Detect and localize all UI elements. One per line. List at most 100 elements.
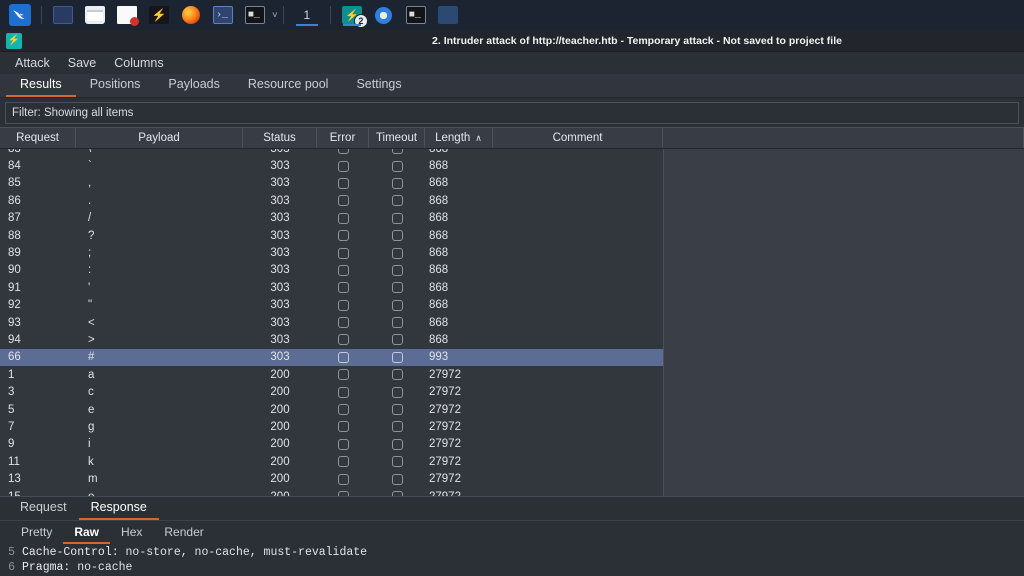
window-button-misc[interactable] — [435, 3, 461, 27]
timeout-checkbox[interactable] — [391, 317, 403, 329]
timeout-checkbox[interactable] — [391, 351, 403, 363]
timeout-checkbox[interactable] — [391, 264, 403, 276]
error-checkbox[interactable] — [337, 195, 349, 207]
timeout-checkbox[interactable] — [391, 230, 403, 242]
chromium-icon — [375, 6, 393, 24]
cell-request: 86 — [8, 194, 21, 207]
column-header-comment[interactable]: Comment — [493, 128, 663, 148]
tab-request[interactable]: Request — [8, 498, 79, 520]
timeout-checkbox[interactable] — [391, 473, 403, 485]
tab-results[interactable]: Results — [6, 74, 76, 97]
error-checkbox[interactable] — [337, 282, 349, 294]
column-header-request[interactable]: Request — [0, 128, 76, 148]
error-checkbox[interactable] — [337, 160, 349, 172]
timeout-checkbox[interactable] — [391, 421, 403, 433]
tab-payloads[interactable]: Payloads — [154, 74, 233, 97]
error-checkbox[interactable] — [337, 404, 349, 416]
timeout-checkbox[interactable] — [391, 369, 403, 381]
error-checkbox[interactable] — [337, 386, 349, 398]
cell-status: 200 — [270, 473, 290, 486]
timeout-checkbox[interactable] — [391, 282, 403, 294]
cell-request: 83 — [0, 149, 76, 157]
cell-comment — [493, 192, 663, 209]
window-button-terminal[interactable]: ■_ — [403, 3, 429, 27]
menu-attack[interactable]: Attack — [6, 54, 59, 72]
cell-request: 93 — [8, 316, 21, 329]
timeout-checkbox[interactable] — [391, 456, 403, 468]
terminal-dark-button[interactable]: ■_ — [242, 3, 268, 27]
menu-save[interactable]: Save — [59, 54, 106, 72]
error-checkbox[interactable] — [337, 212, 349, 224]
tab-settings[interactable]: Settings — [342, 74, 415, 97]
timeout-checkbox[interactable] — [391, 438, 403, 450]
error-checkbox[interactable] — [337, 456, 349, 468]
column-header-length[interactable]: Length ∧ — [425, 128, 493, 148]
view-tab-hex[interactable]: Hex — [110, 523, 153, 544]
view-tab-pretty[interactable]: Pretty — [10, 523, 63, 544]
cell-status: 303 — [270, 229, 290, 242]
column-header-status[interactable]: Status — [243, 128, 317, 148]
timeout-checkbox[interactable] — [391, 149, 403, 155]
file-manager-button[interactable] — [82, 3, 108, 27]
document-button[interactable] — [114, 3, 140, 27]
cell-error — [317, 488, 369, 496]
workspace-indicator-1[interactable]: 1 — [292, 3, 322, 27]
menu-columns[interactable]: Columns — [105, 54, 172, 72]
results-table-body[interactable]: 83\30386884`30386885,30386886.30386887/3… — [0, 149, 1024, 496]
cell-error — [317, 262, 369, 279]
column-header-error[interactable]: Error — [317, 128, 369, 148]
error-checkbox[interactable] — [337, 421, 349, 433]
cell-comment — [493, 227, 663, 244]
terminal-purple-button[interactable] — [50, 3, 76, 27]
kali-menu-button[interactable] — [7, 3, 33, 27]
error-checkbox[interactable] — [337, 247, 349, 259]
error-checkbox[interactable] — [337, 317, 349, 329]
error-checkbox[interactable] — [337, 149, 349, 155]
error-checkbox[interactable] — [337, 177, 349, 189]
column-header-timeout[interactable]: Timeout — [369, 128, 425, 148]
error-checkbox[interactable] — [337, 491, 349, 496]
error-checkbox[interactable] — [337, 230, 349, 242]
timeout-checkbox[interactable] — [391, 334, 403, 346]
cell-request: 7 — [8, 420, 15, 433]
timeout-checkbox[interactable] — [391, 386, 403, 398]
cell-timeout — [369, 297, 425, 314]
timeout-checkbox[interactable] — [391, 177, 403, 189]
response-editor[interactable]: 5 Cache-Control: no-store, no-cache, must… — [0, 544, 1024, 576]
cell-timeout — [369, 192, 425, 209]
timeout-checkbox[interactable] — [391, 491, 403, 496]
line-number: 6 — [8, 561, 15, 574]
error-checkbox[interactable] — [337, 369, 349, 381]
error-checkbox[interactable] — [337, 264, 349, 276]
firefox-button[interactable] — [178, 3, 204, 27]
timeout-checkbox[interactable] — [391, 299, 403, 311]
error-checkbox[interactable] — [337, 438, 349, 450]
tab-positions[interactable]: Positions — [76, 74, 155, 97]
message-tabs: Request Response — [0, 497, 1024, 521]
cell-payload: c — [88, 386, 94, 399]
error-checkbox[interactable] — [337, 473, 349, 485]
timeout-checkbox[interactable] — [391, 404, 403, 416]
intruder-tabbar: Results Positions Payloads Resource pool… — [0, 74, 1024, 98]
timeout-checkbox[interactable] — [391, 195, 403, 207]
timeout-checkbox[interactable] — [391, 160, 403, 172]
error-checkbox[interactable] — [337, 334, 349, 346]
window-button-burp[interactable]: ⚡ 2 — [339, 3, 368, 28]
chevron-down-icon[interactable]: ˅ — [272, 10, 278, 21]
tab-response[interactable]: Response — [78, 498, 159, 520]
error-checkbox[interactable] — [337, 299, 349, 311]
timeout-checkbox[interactable] — [391, 212, 403, 224]
view-tab-raw[interactable]: Raw — [63, 523, 111, 544]
cell-length: 27972 — [429, 420, 461, 433]
column-header-payload[interactable]: Payload — [76, 128, 243, 148]
timeout-checkbox[interactable] — [391, 247, 403, 259]
cell-length: 868 — [429, 229, 449, 242]
filter-bar[interactable]: Filter: Showing all items — [5, 102, 1019, 124]
terminal-light-button[interactable]: ›_ — [210, 3, 236, 27]
error-checkbox[interactable] — [337, 351, 349, 363]
cell-status: 303 — [270, 212, 290, 225]
window-button-chromium[interactable] — [371, 3, 397, 27]
burp-suite-button[interactable]: ⚡ — [146, 3, 172, 27]
tab-resource-pool[interactable]: Resource pool — [234, 74, 343, 97]
view-tab-render[interactable]: Render — [153, 523, 214, 544]
